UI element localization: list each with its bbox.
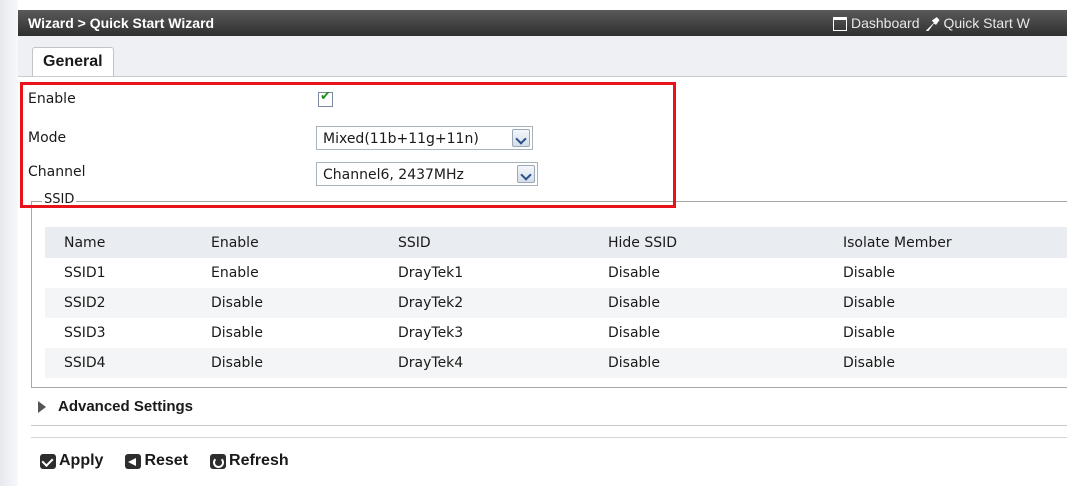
cell-ssid: DrayTek1	[398, 265, 464, 281]
wrench-icon	[925, 17, 940, 32]
table-row[interactable]: SSID4 Disable DrayTek4 Disable Disable	[45, 348, 1067, 378]
cell-enable: Disable	[210, 348, 397, 378]
cell-name: SSID3	[64, 325, 106, 341]
table-row[interactable]: SSID1 Enable DrayTek1 Disable Disable	[45, 258, 1067, 288]
cell-isolate-member: Disable	[842, 348, 1067, 378]
breadcrumb: Wizard > Quick Start Wizard	[28, 15, 215, 31]
cell-ssid: DrayTek4	[397, 348, 607, 378]
table-row[interactable]: SSID2 Disable DrayTek2 Disable Disable	[45, 288, 1067, 318]
column-header: Isolate Member	[842, 227, 1067, 258]
dashboard-label: Dashboard	[851, 14, 920, 31]
apply-label: Apply	[59, 452, 104, 469]
title-bar: Wizard > Quick Start Wizard Dashboard Qu…	[18, 10, 1067, 36]
cell-hide-ssid: Disable	[607, 348, 842, 378]
column-header: Hide SSID	[607, 227, 842, 258]
cell-isolate-member: Disable	[842, 288, 1067, 318]
advanced-settings-toggle[interactable]: Advanced Settings	[38, 398, 193, 415]
cell-ssid: DrayTek2	[397, 288, 607, 318]
refresh-icon	[210, 453, 227, 469]
reset-button[interactable]: Reset	[125, 452, 188, 470]
chevron-right-icon	[38, 400, 46, 413]
cell-hide-ssid: Disable	[608, 325, 660, 341]
advanced-settings-label: Advanced Settings	[58, 398, 194, 415]
quick-start-label: Quick Start W	[943, 14, 1030, 31]
title-links: Dashboard Quick Start W	[833, 10, 1030, 36]
reset-label: Reset	[144, 452, 189, 469]
cell-enable: Enable	[211, 265, 259, 281]
divider	[31, 437, 1067, 438]
apply-button[interactable]: Apply	[40, 452, 103, 470]
cell-hide-ssid: Disable	[608, 265, 660, 281]
cell-enable: Disable	[211, 325, 263, 341]
cell-isolate-member: Disable	[843, 265, 895, 281]
cell-name: SSID4	[45, 348, 210, 378]
refresh-label: Refresh	[229, 452, 289, 469]
quick-start-link[interactable]: Quick Start W	[925, 14, 1030, 32]
cell-enable: Disable	[210, 288, 397, 318]
wizard-window: Wizard > Quick Start Wizard Dashboard Qu…	[0, 0, 1067, 486]
table-row[interactable]: SSID3 Disable DrayTek3 Disable Disable	[45, 318, 1067, 348]
dashboard-icon	[833, 17, 847, 32]
column-header: SSID	[397, 227, 607, 258]
refresh-button[interactable]: Refresh	[210, 452, 289, 470]
divider	[31, 425, 1067, 426]
column-header: Enable	[210, 227, 397, 258]
highlight-box	[20, 82, 676, 208]
cell-name: SSID2	[45, 288, 210, 318]
check-icon	[40, 453, 56, 469]
cell-hide-ssid: Disable	[607, 288, 842, 318]
action-bar: Apply Reset Refresh	[40, 452, 289, 470]
reset-icon	[125, 453, 142, 469]
tab-general[interactable]: General	[32, 47, 114, 76]
tab-bar: General	[18, 36, 1067, 77]
left-edge	[0, 0, 18, 486]
dashboard-link[interactable]: Dashboard	[833, 14, 920, 32]
cell-isolate-member: Disable	[843, 325, 895, 341]
table-header-row: Name Enable SSID Hide SSID Isolate Membe…	[45, 227, 1067, 258]
ssid-table: Name Enable SSID Hide SSID Isolate Membe…	[45, 227, 1067, 378]
cell-name: SSID1	[64, 265, 106, 281]
cell-ssid: DrayTek3	[398, 325, 464, 341]
column-header: Name	[45, 227, 210, 258]
